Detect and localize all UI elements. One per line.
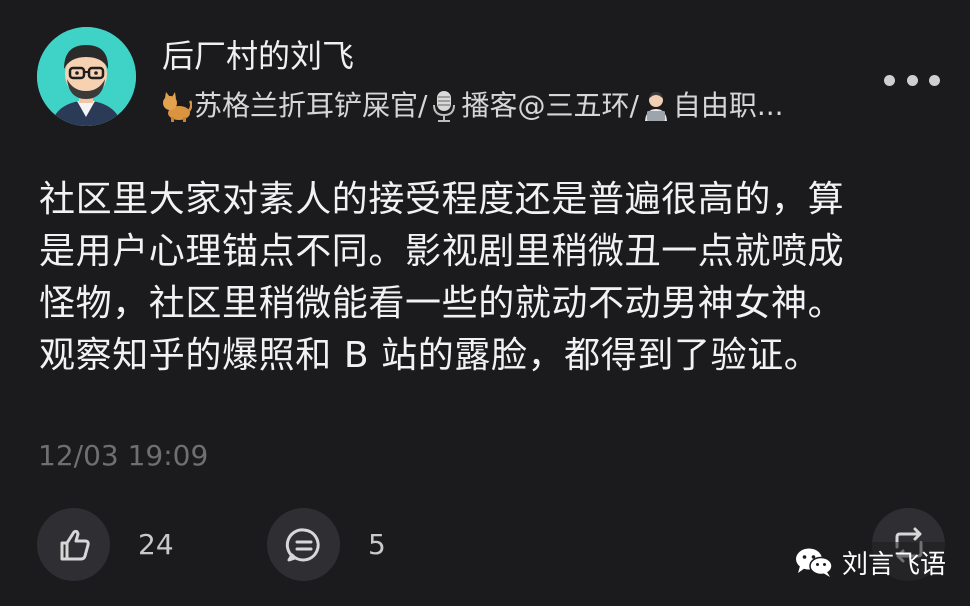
bio-text-freelance: 自由职... (672, 89, 784, 122)
author-bio: 苏格兰折耳铲屎官/ 播客@三五环/ 自由职... (160, 86, 860, 126)
bio-text-podcast: 播客@三五环/ (461, 89, 639, 122)
technologist-emoji (641, 89, 671, 123)
more-dot-icon (929, 74, 940, 86)
more-options-button[interactable] (884, 66, 940, 94)
comment-icon (285, 527, 320, 561)
microphone-emoji (429, 89, 459, 123)
wechat-icon (796, 548, 833, 577)
thumbs-up-icon (60, 529, 90, 560)
comment-count: 5 (368, 528, 386, 561)
post-timestamp: 12/03 19:09 (38, 439, 209, 472)
cat-emoji (162, 89, 192, 123)
comment-button[interactable]: 5 (267, 508, 386, 581)
like-button[interactable]: 24 (37, 508, 174, 581)
avatar-illustration (37, 27, 136, 126)
post-body: 社区里大家对素人的接受程度还是普遍很高的，算 是用户心理锚点不同。影视剧里稍微丑… (39, 174, 939, 382)
avatar[interactable] (37, 27, 136, 126)
more-dot-icon (906, 74, 918, 86)
post-body-line: 社区里大家对素人的接受程度还是普遍很高的，算 (39, 179, 845, 220)
bio-text-cat: 苏格兰折耳铲屎官/ (194, 89, 428, 122)
wechat-watermark: 刘言飞语 (794, 542, 951, 582)
author-name[interactable]: 后厂村的刘飞 (162, 36, 354, 76)
watermark-text: 刘言飞语 (842, 549, 947, 580)
post-body-line: 怪物，社区里稍微能看一些的就动不动男神女神。 (39, 283, 845, 324)
like-icon-circle[interactable] (37, 508, 110, 581)
more-dot-icon (884, 74, 895, 86)
comment-icon-circle[interactable] (267, 508, 340, 581)
post-body-line: 是用户心理锚点不同。影视剧里稍微丑一点就喷成 (39, 231, 845, 272)
like-count: 24 (138, 528, 174, 561)
post-body-line: 观察知乎的爆照和 B 站的露脸，都得到了验证。 (39, 335, 821, 376)
